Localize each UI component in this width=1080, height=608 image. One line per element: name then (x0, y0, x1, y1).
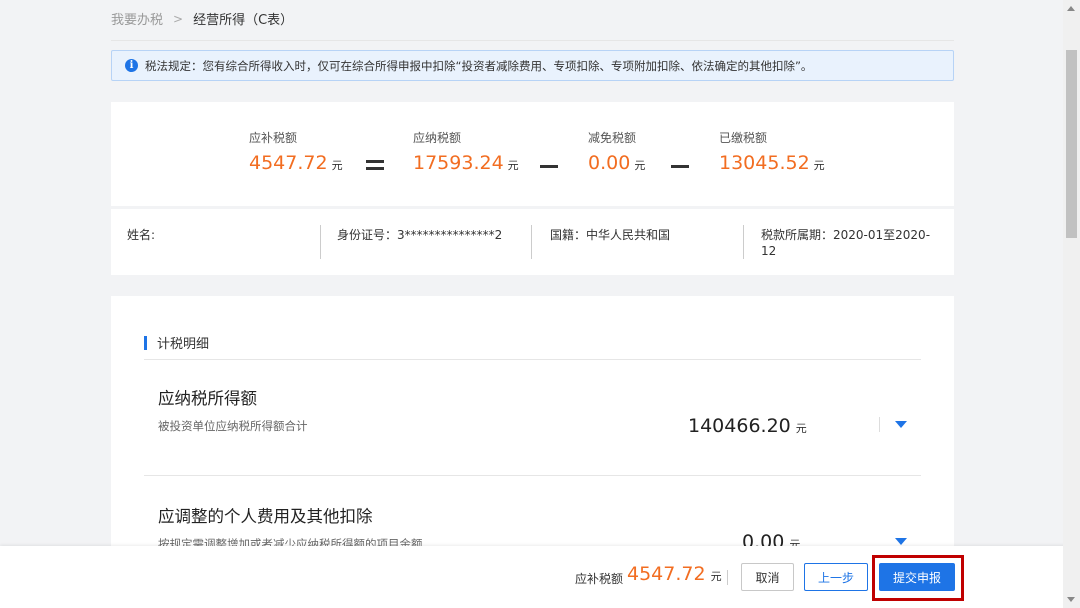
taxpayer-country: 国籍：中华人民共和国 (550, 227, 670, 243)
tax-law-notice: i 税法规定：您有综合所得收入时，仅可在综合所得申报中扣除“投资者减除费用、专项… (111, 50, 954, 81)
section-title-text: 计税明细 (157, 337, 210, 352)
name-label: 姓名: (127, 228, 156, 242)
summary-taxable-label: 应纳税额 (413, 131, 462, 145)
breadcrumb-parent-link[interactable]: 我要办税 (111, 9, 163, 28)
summary-paid-label: 已缴税额 (719, 131, 768, 145)
summary-paid-value: 13045.52 (719, 152, 810, 174)
id-label: 身份证号： (337, 228, 398, 242)
chevron-down-icon[interactable] (895, 421, 907, 428)
equals-sign-icon (366, 160, 384, 170)
summary-taxable: 应纳税额 17593.24 元 (413, 129, 519, 174)
summary-payable-unit: 元 (331, 159, 343, 172)
row-title-taxable-income: 应纳税所得额 (158, 389, 257, 408)
footer-payable-value: 4547.72 (627, 563, 706, 585)
row-value-amount: 0.00 (742, 531, 785, 546)
tax-detail-card: 计税明细 应纳税所得额 被投资单位应纳税所得额合计 140466.20 元 应调整… (111, 296, 954, 546)
row-value-unit: 元 (795, 422, 807, 435)
row-value-amount: 140466.20 (688, 415, 791, 437)
info-divider (531, 225, 532, 259)
breadcrumb-divider (111, 40, 954, 41)
summary-payable: 应补税额 4547.72 元 (249, 129, 343, 174)
info-divider (320, 225, 321, 259)
taxpayer-name: 姓名: (127, 227, 155, 243)
minus-sign-icon (671, 165, 689, 168)
summary-payable-label: 应补税额 (249, 131, 298, 145)
previous-step-button[interactable]: 上一步 (804, 563, 868, 591)
summary-taxable-unit: 元 (507, 159, 519, 172)
row-value-adjustment: 0.00 元 (742, 531, 800, 546)
scroll-down-arrow-icon[interactable] (1067, 597, 1075, 602)
summary-relief: 减免税额 0.00 元 (588, 129, 645, 174)
breadcrumb: 我要办税 > 经营所得（C表） (111, 9, 294, 29)
breadcrumb-separator: > (173, 11, 184, 26)
info-icon: i (125, 59, 138, 72)
tax-period: 税款所属期：2020-01至2020- 12 (761, 227, 930, 259)
row-subtitle-taxable-income: 被投资单位应纳税所得额合计 (158, 419, 308, 433)
scrollbar-thumb[interactable] (1066, 50, 1077, 238)
breadcrumb-current: 经营所得（C表） (193, 13, 294, 28)
taxpayer-id: 身份证号：3***************2 (337, 227, 502, 243)
country-value: 中华人民共和国 (586, 228, 671, 242)
chevron-down-icon[interactable] (895, 538, 907, 545)
footer-payable-unit: 元 (710, 570, 722, 583)
notice-text: 税法规定：您有综合所得收入时，仅可在综合所得申报中扣除“投资者减除费用、专项扣除… (145, 58, 813, 73)
scroll-up-arrow-icon[interactable] (1067, 6, 1075, 11)
summary-relief-value: 0.00 (588, 152, 631, 174)
footer-payable-amount: 4547.72 元 (627, 563, 722, 585)
section-marker (144, 335, 147, 350)
summary-taxable-value: 17593.24 (413, 152, 504, 174)
summary-paid-unit: 元 (813, 159, 825, 172)
footer-divider (727, 570, 728, 585)
row-value-taxable-income: 140466.20 元 (688, 415, 807, 437)
action-footer: 应补税额 4547.72 元 取消 上一步 提交申报 (0, 546, 1080, 608)
footer-payable-label: 应补税额 (575, 572, 624, 586)
cancel-button[interactable]: 取消 (741, 563, 794, 591)
country-label: 国籍： (550, 228, 587, 242)
row-divider (144, 475, 921, 476)
tax-summary-card: 应补税额 4547.72 元 应纳税额 17593.24 元 减免税额 0.00 元 … (111, 102, 954, 206)
id-value: 3***************2 (397, 228, 503, 242)
info-divider (743, 225, 744, 259)
period-value-cont: 12 (761, 244, 777, 258)
section-title: 计税明细 (144, 335, 210, 352)
period-label: 税款所属期： (761, 228, 834, 242)
period-value: 2020-01至2020- (833, 228, 931, 242)
row-value-unit: 元 (789, 538, 801, 546)
row-title-adjustment: 应调整的个人费用及其他扣除 (158, 507, 373, 526)
section-divider (144, 359, 921, 360)
dropdown-divider (879, 417, 880, 432)
minus-sign-icon (540, 165, 558, 168)
summary-relief-label: 减免税额 (588, 131, 637, 145)
row-subtitle-adjustment: 按规定需调整增加或者减少应纳税所得额的项目金额 (158, 537, 423, 546)
summary-payable-value: 4547.72 (249, 152, 328, 174)
submit-declaration-button[interactable]: 提交申报 (879, 563, 955, 591)
summary-paid: 已缴税额 13045.52 元 (719, 129, 825, 174)
taxpayer-info-row: 姓名: 身份证号：3***************2 国籍：中华人民共和国 税款… (111, 209, 954, 275)
summary-relief-unit: 元 (634, 159, 646, 172)
